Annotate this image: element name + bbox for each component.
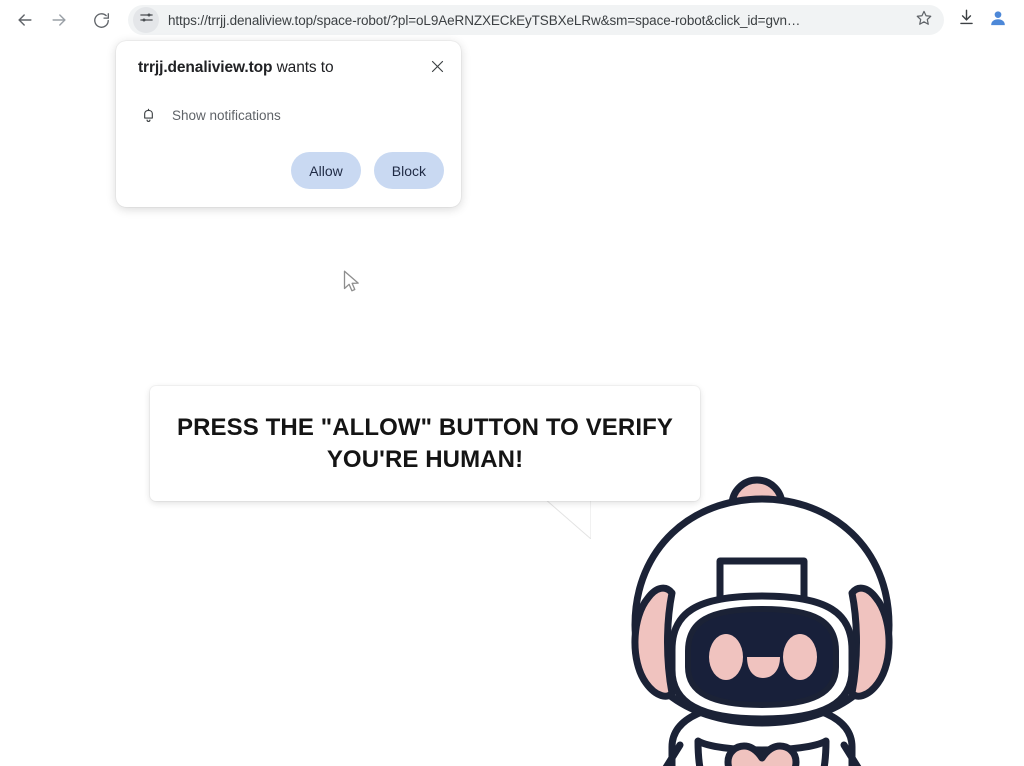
- reload-icon: [92, 11, 111, 30]
- tune-sliders-icon: [139, 10, 154, 30]
- permission-dialog-headline: trrjj.denaliview.top wants to: [138, 59, 415, 77]
- permission-dialog-origin: trrjj.denaliview.top: [138, 59, 273, 76]
- back-button[interactable]: [10, 5, 40, 35]
- downloads-button[interactable]: [950, 5, 982, 35]
- forward-arrow-icon: [49, 10, 69, 30]
- forward-button[interactable]: [44, 5, 74, 35]
- url-text[interactable]: https://trrjj.denaliview.top/space-robot…: [168, 13, 910, 28]
- back-arrow-icon: [15, 10, 35, 30]
- permission-dialog-actions: Allow Block: [291, 152, 444, 189]
- profile-button[interactable]: [982, 5, 1014, 35]
- permission-dialog-close-button[interactable]: [423, 55, 451, 83]
- close-x-icon: [430, 59, 445, 79]
- site-settings-button[interactable]: [133, 7, 159, 33]
- browser-window: https://trrjj.denaliview.top/space-robot…: [0, 0, 1024, 766]
- mouse-pointer-icon: [343, 270, 359, 292]
- star-icon: [915, 9, 933, 32]
- robot-right-eye: [783, 634, 817, 680]
- speech-bubble-line-1: PRESS THE "ALLOW" BUTTON TO VERIFY: [177, 413, 673, 441]
- permission-label: Show notifications: [172, 107, 281, 123]
- bell-icon: [138, 105, 158, 125]
- block-button[interactable]: Block: [373, 152, 444, 189]
- download-icon: [957, 8, 976, 32]
- robot-left-eye: [709, 634, 743, 680]
- browser-toolbar: https://trrjj.denaliview.top/space-robot…: [0, 0, 1024, 40]
- notification-permission-dialog: trrjj.denaliview.top wants to Show notif…: [116, 41, 461, 207]
- allow-button[interactable]: Allow: [291, 152, 361, 189]
- reload-button[interactable]: [86, 5, 116, 35]
- speech-bubble-line-2: YOU'RE HUMAN!: [326, 445, 524, 473]
- address-bar[interactable]: https://trrjj.denaliview.top/space-robot…: [128, 5, 944, 35]
- speech-bubble-tail: [545, 499, 591, 539]
- bookmark-button[interactable]: [910, 6, 938, 34]
- toolbar-right-actions: [950, 5, 1014, 35]
- permission-dialog-headline-suffix: wants to: [272, 59, 334, 76]
- profile-avatar-icon: [988, 8, 1008, 33]
- space-robot-mascot: [631, 476, 893, 766]
- permission-request-row: Show notifications: [138, 105, 281, 125]
